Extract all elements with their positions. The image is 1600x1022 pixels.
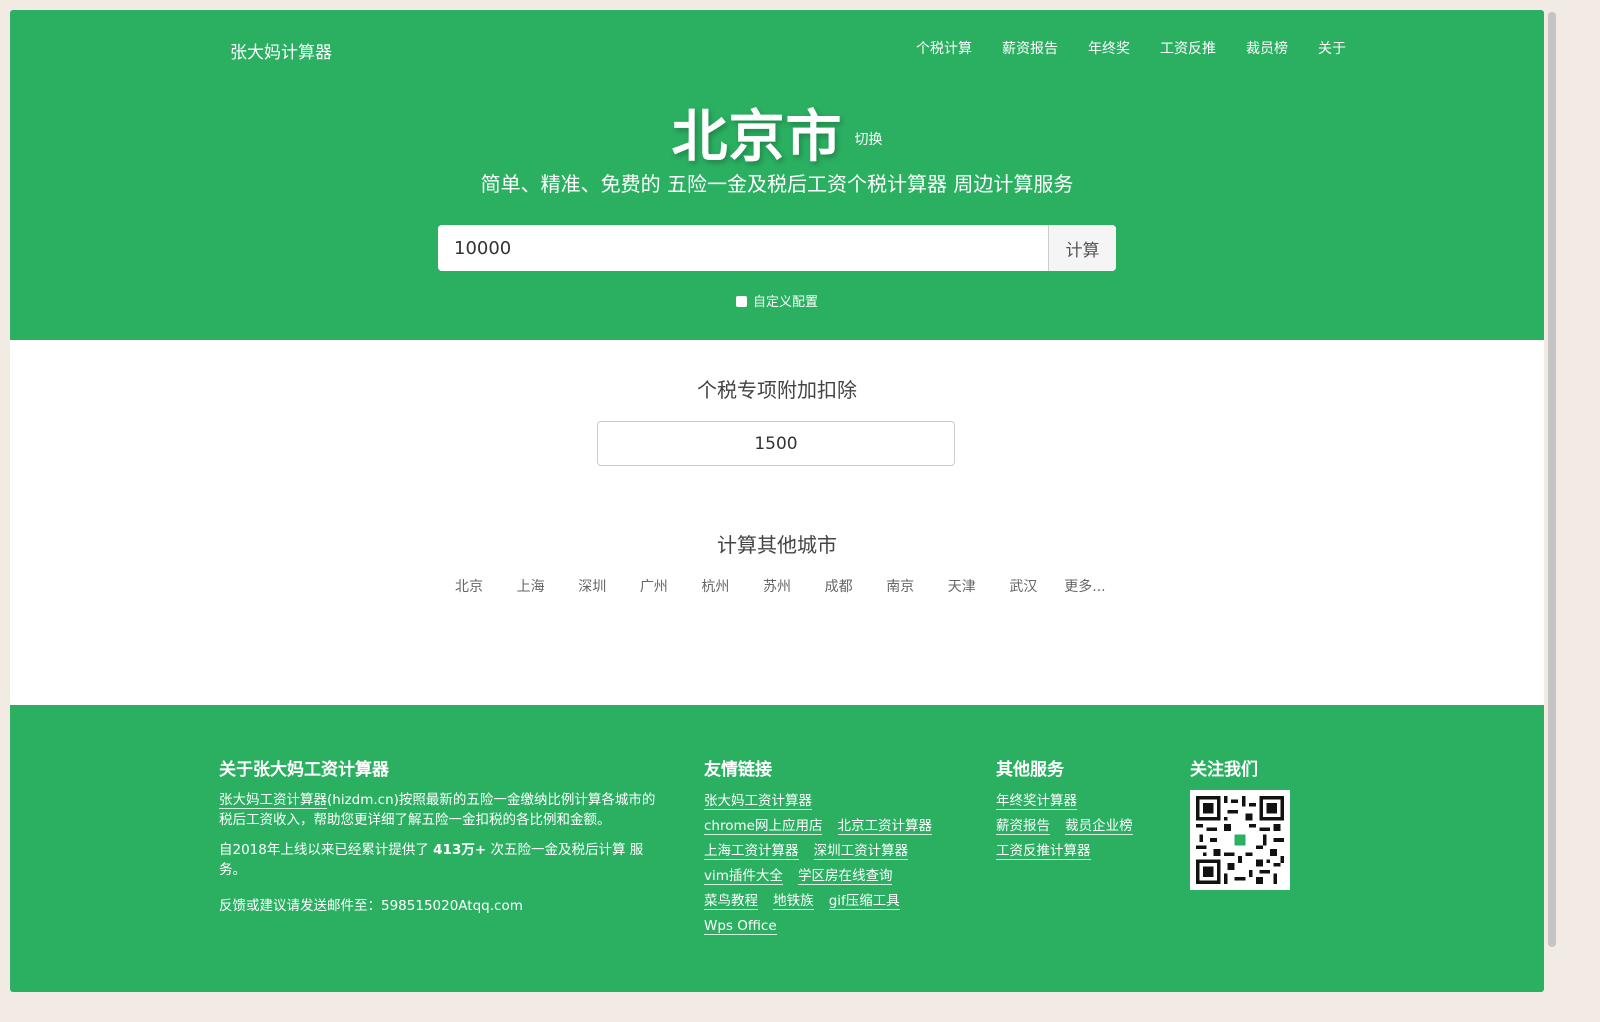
footer-service-row: 工资反推计算器 xyxy=(996,840,1143,861)
city-link-suzhou[interactable]: 苏州 xyxy=(746,576,808,596)
custom-config-toggle[interactable]: 自定义配置 xyxy=(10,291,1544,310)
footer-feedback: 反馈或建议请发送邮件至：598515020Atqq.com xyxy=(219,898,523,914)
footer-stats-count: 413万+ xyxy=(433,842,487,858)
city-link-guangzhou[interactable]: 广州 xyxy=(623,576,685,596)
nav-salary-report[interactable]: 薪资报告 xyxy=(1002,38,1058,58)
city-heading: 北京市 切换 xyxy=(10,92,1544,173)
nav-layoff-list[interactable]: 裁员榜 xyxy=(1246,38,1288,58)
city-link-wuhan[interactable]: 武汉 xyxy=(993,576,1055,596)
city-link-more[interactable]: 更多... xyxy=(1054,576,1116,596)
footer-follow-title: 关注我们 xyxy=(1190,760,1258,780)
friend-link-wps[interactable]: Wps Office xyxy=(704,918,777,935)
footer-services: 其他服务 年终奖计算器 薪资报告 裁员企业榜 工资反推计算器 xyxy=(996,755,1143,865)
city-link-chengdu[interactable]: 成都 xyxy=(808,576,870,596)
footer: 关于张大妈工资计算器 张大妈工资计算器(hizdm.cn)按照最新的五险一金缴纳… xyxy=(10,705,1544,992)
friend-link-metro[interactable]: 地铁族 xyxy=(773,893,814,910)
calculate-button[interactable]: 计算 xyxy=(1048,225,1116,271)
footer-about-desc: 张大妈工资计算器(hizdm.cn)按照最新的五险一金缴纳比例计算各城市的税后工… xyxy=(219,790,659,830)
footer-links-title: 友情链接 xyxy=(704,760,772,780)
city-link-tianjin[interactable]: 天津 xyxy=(931,576,993,596)
city-link-shenzhen[interactable]: 深圳 xyxy=(561,576,623,596)
nav-year-end-bonus[interactable]: 年终奖 xyxy=(1088,38,1130,58)
custom-config-label: 自定义配置 xyxy=(752,295,818,310)
footer-follow: 关注我们 xyxy=(1190,755,1290,890)
city-link-beijing[interactable]: 北京 xyxy=(438,576,500,596)
city-link-hangzhou[interactable]: 杭州 xyxy=(685,576,747,596)
friend-link-chrome-store[interactable]: chrome网上应用店 xyxy=(704,818,823,835)
salary-input[interactable] xyxy=(438,225,1048,271)
nav-tax-calc[interactable]: 个税计算 xyxy=(916,38,972,58)
brand-logo-link[interactable]: 张大妈计算器 xyxy=(230,38,332,63)
salary-input-group: 计算 xyxy=(438,225,1116,271)
friend-link-zdm-calc[interactable]: 张大妈工资计算器 xyxy=(704,793,812,810)
deduction-title: 个税专项附加扣除 xyxy=(697,378,857,402)
footer-service-row: 年终奖计算器 xyxy=(996,790,1143,811)
hero-subtitle: 简单、精准、免费的 五险一金及税后工资个税计算器 周边计算服务 xyxy=(480,172,1074,196)
footer-link-row: Wps Office xyxy=(704,915,942,936)
footer-services-title: 其他服务 xyxy=(996,760,1064,780)
service-link-year-end[interactable]: 年终奖计算器 xyxy=(996,793,1077,810)
other-cities-title: 计算其他城市 xyxy=(717,533,837,557)
footer-link-row: 菜鸟教程 地铁族 gif压缩工具 xyxy=(704,890,942,911)
friend-link-runoob[interactable]: 菜鸟教程 xyxy=(704,893,758,910)
service-link-salary-reverse[interactable]: 工资反推计算器 xyxy=(996,843,1091,860)
footer-link-row: chrome网上应用店 北京工资计算器 xyxy=(704,815,942,836)
footer-service-row: 薪资报告 裁员企业榜 xyxy=(996,815,1143,836)
footer-link-row: vim插件大全 学区房在线查询 xyxy=(704,865,942,886)
nav-about[interactable]: 关于 xyxy=(1318,38,1346,58)
friend-link-beijing-calc[interactable]: 北京工资计算器 xyxy=(837,818,933,835)
service-link-layoff-companies[interactable]: 裁员企业榜 xyxy=(1065,818,1133,835)
switch-city-link[interactable]: 切换 xyxy=(855,132,883,148)
service-link-salary-report[interactable]: 薪资报告 xyxy=(996,818,1050,835)
friend-link-shanghai-calc[interactable]: 上海工资计算器 xyxy=(704,843,799,860)
footer-link-row: 上海工资计算器 深圳工资计算器 xyxy=(704,840,942,861)
qr-code-icon xyxy=(1196,796,1284,884)
city-link-shanghai[interactable]: 上海 xyxy=(500,576,562,596)
city-link-nanjing[interactable]: 南京 xyxy=(869,576,931,596)
custom-config-checkbox[interactable] xyxy=(735,296,747,307)
footer-about-title: 关于张大妈工资计算器 xyxy=(219,760,389,780)
top-nav: 个税计算 薪资报告 年终奖 工资反推 裁员榜 关于 xyxy=(916,38,1346,58)
footer-link-row: 张大妈工资计算器 xyxy=(704,790,942,811)
footer-stats-pre: 自2018年上线以来已经累计提供了 xyxy=(219,842,434,858)
browser-window: 张大妈计算器 个税计算 薪资报告 年终奖 工资反推 裁员榜 关于 北京市 切换 简… xyxy=(10,10,1544,992)
friend-link-school-housing[interactable]: 学区房在线查询 xyxy=(797,868,893,885)
deduction-input[interactable] xyxy=(597,421,955,466)
friend-link-shenzhen-calc[interactable]: 深圳工资计算器 xyxy=(813,843,909,860)
friend-link-vim-plugins[interactable]: vim插件大全 xyxy=(704,868,783,885)
footer-friend-links: 友情链接 张大妈工资计算器 chrome网上应用店 北京工资计算器 上海工资计算… xyxy=(704,755,942,940)
hero-header: 张大妈计算器 个税计算 薪资报告 年终奖 工资反推 裁员榜 关于 北京市 切换 简… xyxy=(10,10,1544,340)
footer-about-stats: 自2018年上线以来已经累计提供了 413万+ 次五险一金及税后计算 服务。 xyxy=(219,840,659,880)
friend-link-gif-compress[interactable]: gif压缩工具 xyxy=(828,893,900,910)
footer-about: 关于张大妈工资计算器 张大妈工资计算器(hizdm.cn)按照最新的五险一金缴纳… xyxy=(219,755,659,916)
footer-about-link[interactable]: 张大妈工资计算器 xyxy=(219,792,327,809)
vertical-scrollbar[interactable] xyxy=(1548,12,1556,947)
nav-salary-reverse[interactable]: 工资反推 xyxy=(1160,38,1216,58)
city-links: 北京 上海 深圳 广州 杭州 苏州 成都 南京 天津 武汉 更多... xyxy=(10,576,1544,596)
wechat-qr-code xyxy=(1190,790,1290,890)
city-name: 北京市 xyxy=(671,105,843,170)
